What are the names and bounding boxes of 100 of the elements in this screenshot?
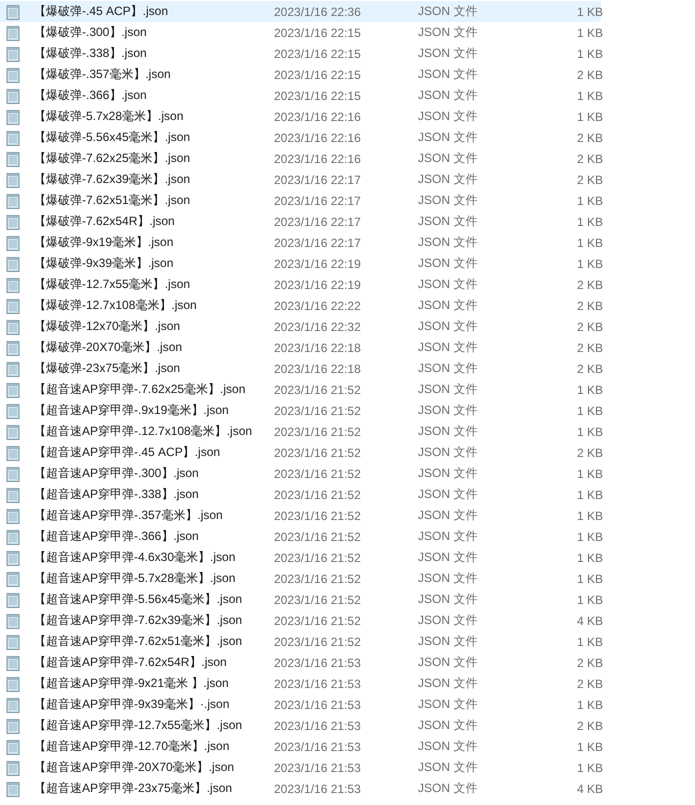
file-type: JSON 文件 <box>418 696 478 713</box>
file-row[interactable]: 【超音速AP穿甲弹-4.6x30毫米】.json 2023/1/16 21:52 JSON 文件 1 KB <box>0 547 601 568</box>
file-row[interactable]: 【超音速AP穿甲弹-20X70毫米】.json 2023/1/16 21:53 JSON 文件 1 KB <box>0 757 601 778</box>
file-row[interactable]: 【爆破弹-.366】.json 2023/1/16 22:15 JSON 文件 1 KB <box>0 85 601 106</box>
file-name: 【超音速AP穿甲弹-.366】.json <box>34 528 200 545</box>
file-name: 【爆破弹-5.56x45毫米】.json <box>34 129 192 146</box>
file-row[interactable]: 【超音速AP穿甲弹-7.62x54R】.json 2023/1/16 21:53 JSON 文件 2 KB <box>0 652 601 673</box>
file-name: 【爆破弹-7.62x25毫米】.json <box>34 150 192 167</box>
file-row[interactable]: 【爆破弹-7.62x51毫米】.json 2023/1/16 22:17 JSON 文件 1 KB <box>0 190 601 211</box>
modified-date: 2023/1/16 21:52 <box>274 446 362 460</box>
file-name: 【爆破弹-5.7x28毫米】.json <box>34 108 184 125</box>
file-icon <box>6 46 20 62</box>
file-row[interactable]: 【超音速AP穿甲弹-9x39毫米】·.json 2023/1/16 21:53 JSON 文件 1 KB <box>0 694 601 715</box>
file-name: 【超音速AP穿甲弹-9x21毫米 】.json <box>34 675 230 692</box>
file-row[interactable]: 【超音速AP穿甲弹-5.7x28毫米】.json 2023/1/16 21:52 JSON 文件 1 KB <box>0 568 601 589</box>
file-row[interactable]: 【超音速AP穿甲弹-.12.7x108毫米】.json 2023/1/16 21:52 JSON 文件 1 KB <box>0 421 601 442</box>
file-name: 【超音速AP穿甲弹-.338】.json <box>34 486 200 503</box>
modified-date: 2023/1/16 21:53 <box>274 760 362 774</box>
modified-date: 2023/1/16 22:32 <box>274 320 362 334</box>
file-row[interactable]: 【爆破弹-.300】.json 2023/1/16 22:15 JSON 文件 1 KB <box>0 22 601 43</box>
file-row[interactable]: 【超音速AP穿甲弹-.366】.json 2023/1/16 21:52 JSON 文件 1 KB <box>0 526 601 547</box>
file-row[interactable]: 【爆破弹-5.7x28毫米】.json 2023/1/16 22:16 JSON 文件 1 KB <box>0 106 601 127</box>
modified-date: 2023/1/16 21:53 <box>274 676 362 690</box>
file-name: 【超音速AP穿甲弹-23x75毫米】.json <box>34 780 234 797</box>
file-row[interactable]: 【超音速AP穿甲弹-.45 ACP】.json 2023/1/16 21:52 JSON 文件 2 KB <box>0 442 601 463</box>
file-size: 2 KB <box>576 172 603 186</box>
file-row[interactable]: 【爆破弹-7.62x25毫米】.json 2023/1/16 22:16 JSON 文件 2 KB <box>0 148 601 169</box>
file-size: 1 KB <box>576 488 603 502</box>
file-icon <box>6 612 20 628</box>
file-name: 【爆破弹-12.7x108毫米】.json <box>34 297 198 314</box>
file-icon <box>6 592 20 608</box>
file-row[interactable]: 【超音速AP穿甲弹-23x75毫米】.json 2023/1/16 21:53 JSON 文件 4 KB <box>0 778 601 799</box>
file-row[interactable]: 【爆破弹-20X70毫米】.json 2023/1/16 22:18 JSON 文件 2 KB <box>0 337 601 358</box>
file-row[interactable]: 【爆破弹-12x70毫米】.json 2023/1/16 22:32 JSON 文件 2 KB <box>0 316 601 337</box>
file-row[interactable]: 【爆破弹-5.56x45毫米】.json 2023/1/16 22:16 JSON 文件 2 KB <box>0 127 601 148</box>
modified-date: 2023/1/16 22:15 <box>274 88 362 102</box>
file-type: JSON 文件 <box>418 87 478 104</box>
file-size: 1 KB <box>576 404 603 418</box>
file-row[interactable]: 【爆破弹-.338】.json 2023/1/16 22:15 JSON 文件 1 KB <box>0 43 601 64</box>
file-type: JSON 文件 <box>418 738 478 755</box>
file-row[interactable]: 【超音速AP穿甲弹-5.56x45毫米】.json 2023/1/16 21:52 JSON 文件 1 KB <box>0 589 601 610</box>
file-row[interactable]: 【爆破弹-7.62x54R】.json 2023/1/16 22:17 JSON 文件 1 KB <box>0 211 601 232</box>
file-type: JSON 文件 <box>418 507 478 524</box>
file-row[interactable]: 【超音速AP穿甲弹-.357毫米】.json 2023/1/16 21:52 JSON 文件 1 KB <box>0 505 601 526</box>
file-row[interactable]: 【爆破弹-.357毫米】.json 2023/1/16 22:15 JSON 文件 2 KB <box>0 64 601 85</box>
file-icon <box>6 108 20 124</box>
file-size: 4 KB <box>576 782 603 796</box>
modified-date: 2023/1/16 22:19 <box>274 256 362 270</box>
file-size: 1 KB <box>576 740 603 754</box>
file-row[interactable]: 【超音速AP穿甲弹-12.70毫米】.json 2023/1/16 21:53 JSON 文件 1 KB <box>0 736 601 757</box>
file-row[interactable]: 【超音速AP穿甲弹-7.62x39毫米】.json 2023/1/16 21:52 JSON 文件 4 KB <box>0 610 601 631</box>
file-row[interactable]: 【爆破弹-9x19毫米】.json 2023/1/16 22:17 JSON 文件 1 KB <box>0 232 601 253</box>
file-icon <box>6 192 20 208</box>
modified-date: 2023/1/16 21:52 <box>274 466 362 480</box>
file-row[interactable]: 【超音速AP穿甲弹-.7.62x25毫米】.json 2023/1/16 21:52 JSON 文件 1 KB <box>0 379 601 400</box>
file-row[interactable]: 【超音速AP穿甲弹-9x21毫米 】.json 2023/1/16 21:53 JSON 文件 2 KB <box>0 673 601 694</box>
file-row[interactable]: 【超音速AP穿甲弹-7.62x51毫米】.json 2023/1/16 21:52 JSON 文件 1 KB <box>0 631 601 652</box>
file-row[interactable]: 【超音速AP穿甲弹-12.7x55毫米】.json 2023/1/16 21:53 JSON 文件 2 KB <box>0 715 601 736</box>
file-size: 1 KB <box>576 26 603 40</box>
modified-date: 2023/1/16 21:52 <box>274 550 362 564</box>
file-type: JSON 文件 <box>418 717 478 734</box>
file-name: 【超音速AP穿甲弹-.9x19毫米】.json <box>34 402 230 419</box>
file-type: JSON 文件 <box>418 129 478 146</box>
modified-date: 2023/1/16 21:53 <box>274 718 362 732</box>
file-size: 2 KB <box>576 362 603 376</box>
file-row[interactable]: 【爆破弹-12.7x108毫米】.json 2023/1/16 22:22 JSON 文件 2 KB <box>0 295 601 316</box>
file-icon <box>6 654 20 670</box>
file-icon <box>6 318 20 334</box>
file-type: JSON 文件 <box>418 486 478 503</box>
file-type: JSON 文件 <box>418 234 478 251</box>
file-size: 2 KB <box>576 656 603 670</box>
file-name: 【超音速AP穿甲弹-.45 ACP】.json <box>34 444 222 461</box>
file-row[interactable]: 【爆破弹-23x75毫米】.json 2023/1/16 22:18 JSON 文件 2 KB <box>0 358 601 379</box>
file-name: 【超音速AP穿甲弹-7.62x54R】.json <box>34 654 228 671</box>
file-size: 4 KB <box>576 614 603 628</box>
file-row[interactable]: 【爆破弹-.45 ACP】.json 2023/1/16 22:36 JSON 文件 1 KB <box>0 1 601 22</box>
modified-date: 2023/1/16 21:52 <box>274 592 362 606</box>
file-row[interactable]: 【超音速AP穿甲弹-.9x19毫米】.json 2023/1/16 21:52 JSON 文件 1 KB <box>0 400 601 421</box>
file-name: 【爆破弹-7.62x39毫米】.json <box>34 171 192 188</box>
file-row[interactable]: 【超音速AP穿甲弹-.300】.json 2023/1/16 21:52 JSON 文件 1 KB <box>0 463 601 484</box>
modified-date: 2023/1/16 22:18 <box>274 362 362 376</box>
file-type: JSON 文件 <box>418 654 478 671</box>
file-type: JSON 文件 <box>418 465 478 482</box>
file-icon <box>6 382 20 398</box>
file-row[interactable]: 【爆破弹-12.7x55毫米】.json 2023/1/16 22:19 JSON 文件 2 KB <box>0 274 601 295</box>
file-type: JSON 文件 <box>418 171 478 188</box>
file-icon <box>6 780 20 796</box>
file-size: 2 KB <box>576 130 603 144</box>
file-size: 1 KB <box>576 550 603 564</box>
file-size: 1 KB <box>576 194 603 208</box>
file-row[interactable]: 【超音速AP穿甲弹-.338】.json 2023/1/16 21:52 JSON 文件 1 KB <box>0 484 601 505</box>
file-type: JSON 文件 <box>418 402 478 419</box>
file-name: 【超音速AP穿甲弹-.357毫米】.json <box>34 507 224 524</box>
file-size: 1 KB <box>576 256 603 270</box>
file-row[interactable]: 【爆破弹-9x39毫米】.json 2023/1/16 22:19 JSON 文件 1 KB <box>0 253 601 274</box>
modified-date: 2023/1/16 22:15 <box>274 68 362 82</box>
file-name: 【超音速AP穿甲弹-7.62x51毫米】.json <box>34 633 244 650</box>
file-name: 【超音速AP穿甲弹-9x39毫米】·.json <box>34 696 230 713</box>
file-row[interactable]: 【爆破弹-7.62x39毫米】.json 2023/1/16 22:17 JSON 文件 2 KB <box>0 169 601 190</box>
file-name: 【超音速AP穿甲弹-4.6x30毫米】.json <box>34 549 236 566</box>
